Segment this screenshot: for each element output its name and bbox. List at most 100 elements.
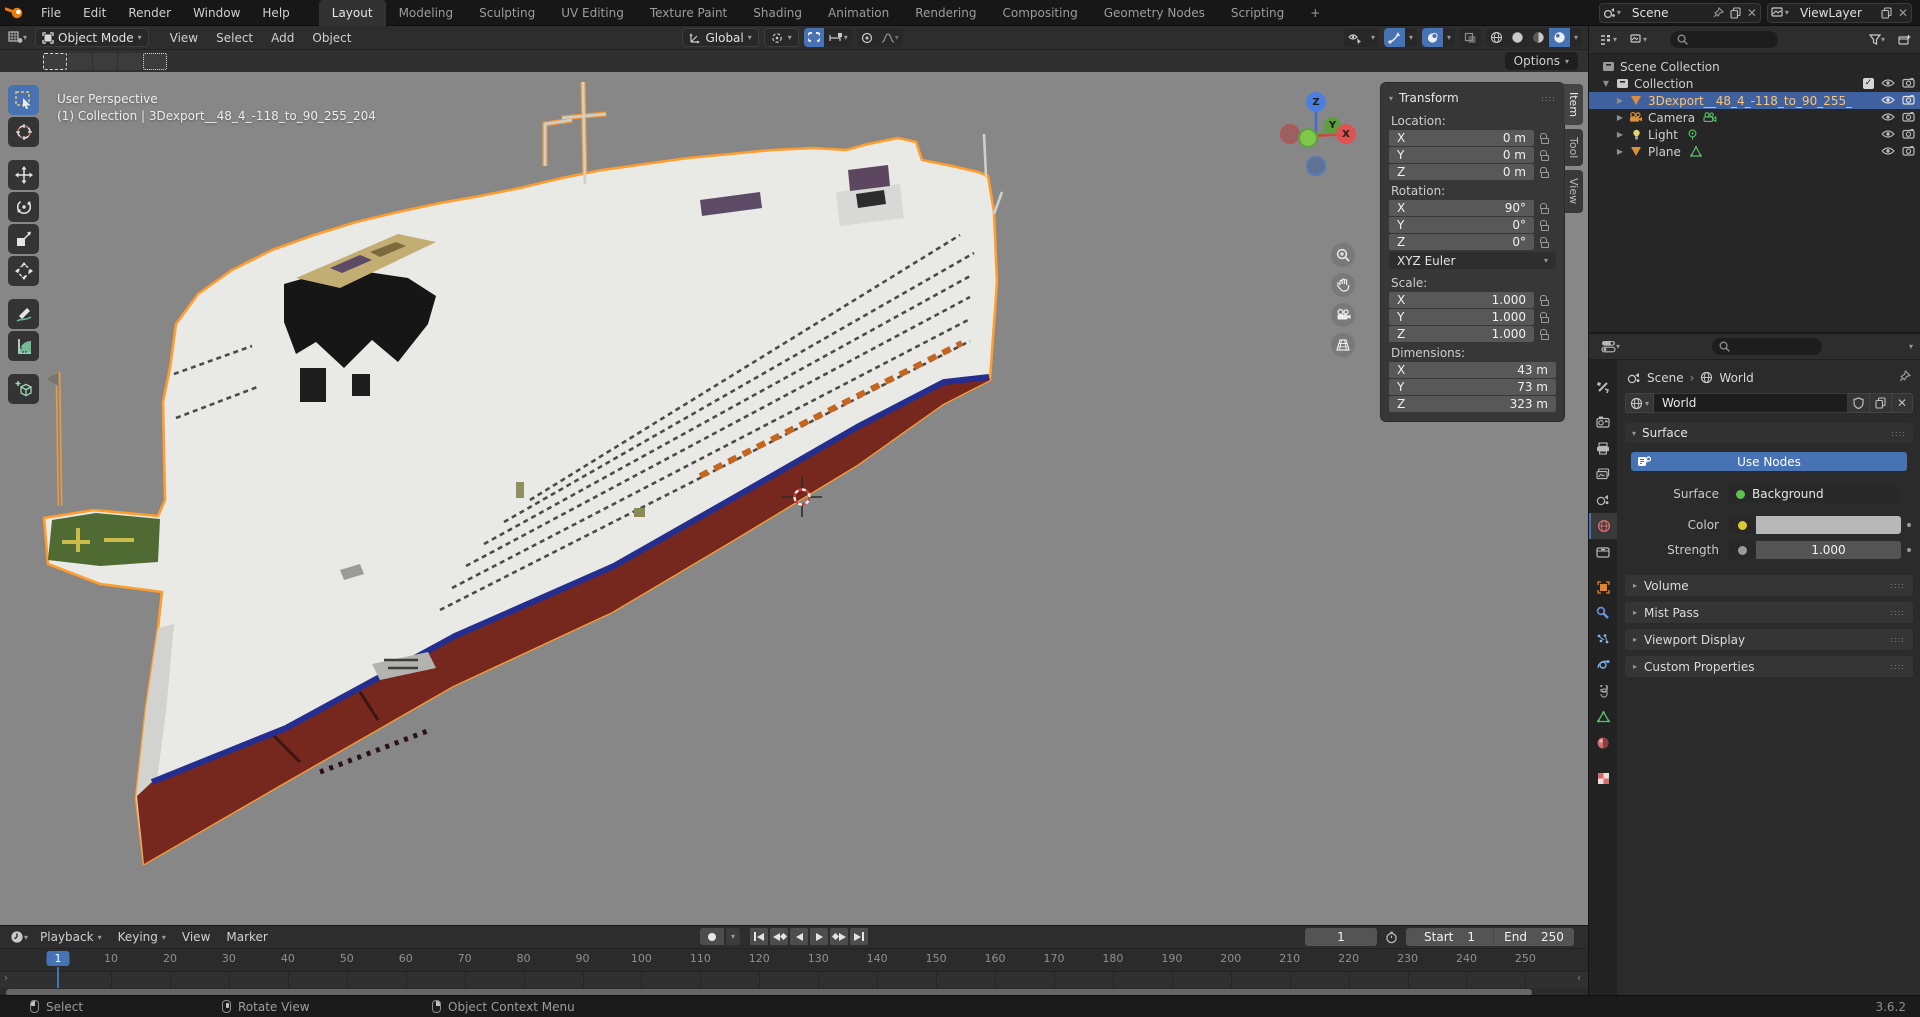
current-frame-badge[interactable]: 1 xyxy=(47,951,70,966)
outliner-row-camera[interactable]: ▶ Camera xyxy=(1589,109,1920,126)
world-browse-button[interactable]: ▾ xyxy=(1625,393,1654,413)
tool-measure[interactable] xyxy=(8,331,39,361)
properties-editor-type-icon[interactable]: ▾ xyxy=(1597,334,1624,359)
drag-dots-icon[interactable]: :::: xyxy=(1541,94,1556,103)
gizmo-axis-y-neg[interactable] xyxy=(1298,128,1318,148)
menu-select[interactable]: Select xyxy=(207,31,262,45)
tool-add-cube[interactable] xyxy=(8,374,39,404)
breadcrumb-world[interactable]: World xyxy=(1719,371,1753,385)
select-extend-button[interactable] xyxy=(68,53,92,70)
select-set-button[interactable] xyxy=(43,53,67,70)
dimensions-y-field[interactable]: Y73 m xyxy=(1389,379,1556,395)
tab-object-data[interactable] xyxy=(1589,704,1617,730)
sidebar-tab-tool[interactable]: Tool xyxy=(1564,129,1583,166)
tab-sculpting[interactable]: Sculpting xyxy=(466,0,548,26)
lock-icon[interactable] xyxy=(1534,329,1556,340)
dimensions-z-field[interactable]: Z323 m xyxy=(1389,396,1556,412)
auto-keyframe-record-button[interactable] xyxy=(700,928,724,945)
menu-playback[interactable]: Playback▾ xyxy=(32,930,110,944)
filter-icon[interactable]: ▾ xyxy=(1865,26,1889,53)
tool-select-box[interactable] xyxy=(8,85,39,115)
tab-texture[interactable] xyxy=(1589,765,1617,791)
menu-window[interactable]: Window xyxy=(182,0,251,26)
tab-rendering[interactable]: Rendering xyxy=(902,0,989,26)
pin-icon[interactable] xyxy=(1899,370,1911,385)
tool-rotate[interactable] xyxy=(8,192,39,222)
outliner-search-input[interactable] xyxy=(1670,31,1778,48)
gizmo-axis-z[interactable]: Z xyxy=(1306,92,1326,112)
animate-dot[interactable] xyxy=(1907,548,1911,552)
playhead[interactable] xyxy=(57,967,59,988)
sidebar-tab-item[interactable]: Item xyxy=(1564,84,1583,125)
volume-panel-header[interactable]: ▸Volume:::: xyxy=(1625,575,1913,596)
prev-keyframe-button[interactable] xyxy=(770,928,788,945)
location-z-field[interactable]: Z0 m xyxy=(1389,164,1534,180)
scale-x-field[interactable]: X1.000 xyxy=(1389,292,1534,308)
hide-eye-icon[interactable] xyxy=(1881,145,1895,159)
tab-scene[interactable] xyxy=(1589,487,1617,513)
custom-properties-panel-header[interactable]: ▸Custom Properties:::: xyxy=(1625,656,1913,677)
hide-eye-icon[interactable] xyxy=(1881,128,1895,142)
options-button[interactable]: Options▾ xyxy=(1505,52,1578,70)
zoom-button[interactable] xyxy=(1331,243,1355,267)
lock-icon[interactable] xyxy=(1534,167,1556,178)
dimensions-x-field[interactable]: X43 m xyxy=(1389,362,1556,378)
shading-material[interactable] xyxy=(1528,28,1549,47)
menu-render[interactable]: Render xyxy=(117,0,182,26)
expand-caret-icon[interactable]: ▶ xyxy=(1613,113,1627,122)
timeline-editor-type-icon[interactable]: ▾ xyxy=(6,926,32,948)
tab-collection[interactable] xyxy=(1589,539,1617,565)
jump-to-start-button[interactable] xyxy=(750,928,768,945)
properties-search-input[interactable] xyxy=(1712,338,1822,355)
lock-icon[interactable] xyxy=(1534,295,1556,306)
hide-eye-icon[interactable] xyxy=(1881,94,1895,108)
snap-target-icon[interactable]: ▾ xyxy=(824,28,852,47)
tab-render[interactable] xyxy=(1589,409,1617,435)
gizmos-toggle[interactable]: ▾ xyxy=(1384,28,1417,47)
menu-file[interactable]: File xyxy=(30,0,72,26)
outliner-row-scene-collection[interactable]: Scene Collection xyxy=(1589,58,1920,75)
tab-compositing[interactable]: Compositing xyxy=(989,0,1090,26)
tab-constraints[interactable] xyxy=(1589,678,1617,704)
tab-geometry-nodes[interactable]: Geometry Nodes xyxy=(1091,0,1218,26)
tab-texture-paint[interactable]: Texture Paint xyxy=(637,0,740,26)
scene-browse-icon[interactable]: ▾ xyxy=(1600,4,1624,22)
expand-caret-icon[interactable]: ▶ xyxy=(1613,147,1627,156)
sidebar-tab-view[interactable]: View xyxy=(1564,170,1583,212)
visibility-dropdown[interactable]: ▾ xyxy=(1344,28,1379,47)
animate-dot[interactable] xyxy=(1907,523,1911,527)
snap-toggle[interactable] xyxy=(804,28,824,47)
collection-checkbox[interactable]: ✓ xyxy=(1863,78,1874,89)
world-name-field[interactable]: World xyxy=(1654,393,1848,413)
surface-panel-header[interactable]: ▾ Surface :::: xyxy=(1625,423,1913,443)
new-viewlayer-icon[interactable] xyxy=(1878,4,1895,22)
render-visibility-icon[interactable] xyxy=(1902,77,1915,91)
panel-collapse-icon[interactable]: ▾ xyxy=(1389,94,1393,103)
select-subtract-button[interactable] xyxy=(93,53,117,70)
tab-material[interactable] xyxy=(1589,730,1617,756)
tab-modifiers[interactable] xyxy=(1589,600,1617,626)
next-keyframe-button[interactable] xyxy=(830,928,848,945)
tool-transform[interactable] xyxy=(8,256,39,286)
hide-eye-icon[interactable] xyxy=(1881,77,1895,91)
viewport-canvas[interactable]: User Perspective (1) Collection | 3Dexpo… xyxy=(0,72,1588,925)
tab-shading[interactable]: Shading xyxy=(740,0,815,26)
menu-marker[interactable]: Marker xyxy=(218,930,275,944)
tab-output[interactable] xyxy=(1589,435,1617,461)
falloff-dropdown[interactable]: ▾ xyxy=(877,28,903,47)
render-visibility-icon[interactable] xyxy=(1902,111,1915,125)
outliner-row-object[interactable]: ▶ 3Dexport__48_4_-118_to_90_255_ xyxy=(1589,92,1920,109)
scene-name[interactable]: Scene xyxy=(1624,6,1710,20)
remove-viewlayer-icon[interactable]: ✕ xyxy=(1895,4,1911,22)
gizmo-axis-x-neg[interactable] xyxy=(1280,124,1300,144)
jump-to-end-button[interactable] xyxy=(850,928,868,945)
lock-icon[interactable] xyxy=(1534,237,1556,248)
pin-icon[interactable] xyxy=(1710,4,1727,22)
tab-particles[interactable] xyxy=(1589,626,1617,652)
play-reverse-button[interactable] xyxy=(790,928,808,945)
rotation-z-field[interactable]: Z0° xyxy=(1389,234,1534,250)
menu-view[interactable]: View xyxy=(174,930,218,944)
tab-object[interactable] xyxy=(1589,574,1617,600)
tab-scripting[interactable]: Scripting xyxy=(1218,0,1297,26)
select-intersect-button[interactable] xyxy=(143,53,167,70)
